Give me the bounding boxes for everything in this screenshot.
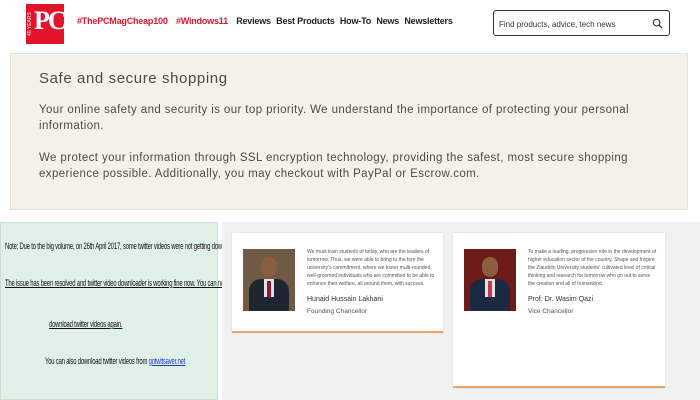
safe-shopping-paragraph-1: Your online safety and security is our t… (39, 104, 629, 132)
safe-shopping-title: Safe and secure shopping (39, 70, 228, 87)
main-nav: #ThePCMagCheap100 #Windows11 Reviews Bes… (77, 16, 456, 26)
page: 40 YEARS PC #ThePCMagCheap100 #Windows11… (0, 0, 700, 400)
site-header: 40 YEARS PC #ThePCMagCheap100 #Windows11… (0, 0, 700, 50)
nav-link-how-to[interactable]: How-To (340, 16, 371, 26)
vice-chancellor-name: Prof. Dr. Wasim Qazi (528, 296, 594, 303)
chancellor-card-vice: To make a leading, progressive role in t… (453, 233, 665, 388)
pcmag-logo[interactable]: 40 YEARS PC (26, 4, 67, 44)
note-line-2: The issue has been resolved and twitter … (5, 278, 229, 289)
chancellor-card-founding: We must train students of today, who are… (232, 233, 443, 333)
nav-link-reviews[interactable]: Reviews (236, 16, 271, 26)
note-download-link[interactable]: gotwitsaver.net (149, 356, 186, 367)
note-line-1: Note: Due to the big volume, on 26th Apr… (5, 241, 244, 252)
nav-link-newsletters[interactable]: Newsletters (404, 16, 453, 26)
search-icon[interactable] (652, 18, 663, 29)
search-input[interactable] (499, 17, 649, 31)
note-line-3: download twitter videos again. (49, 319, 123, 330)
vice-chancellor-photo (464, 249, 516, 311)
note-line-4-prefix: You can also download twitter videos fro… (45, 356, 148, 367)
logo-text: PC (34, 6, 67, 35)
chancellor-role: Founding Chancellor (307, 308, 367, 315)
chancellor-name: Hunaid Hussain Lakhani (307, 296, 383, 303)
downloader-note-panel: Note: Due to the big volume, on 26th Apr… (0, 222, 243, 400)
note-line-4: You can also download twitter videos fro… (45, 356, 185, 368)
logo-badge: 40 YEARS (27, 12, 33, 36)
safe-shopping-paragraph-2: We protect your information through SSL … (39, 152, 628, 180)
nav-link-news[interactable]: News (376, 16, 399, 26)
chancellor-quote: We must train students of today, who are… (307, 249, 435, 287)
vice-chancellor-quote: To make a leading, progressive role in t… (528, 249, 657, 287)
vice-chancellor-role: Vice Chancellor (528, 308, 574, 315)
chancellor-photo (243, 249, 295, 311)
nav-tag-cheap100[interactable]: #ThePCMagCheap100 (77, 16, 168, 26)
safe-shopping-panel: Safe and secure shopping Your online saf… (10, 53, 688, 210)
nav-tag-windows11[interactable]: #Windows11 (176, 16, 228, 26)
search-box (493, 10, 670, 36)
nav-link-best-products[interactable]: Best Products (276, 16, 335, 26)
